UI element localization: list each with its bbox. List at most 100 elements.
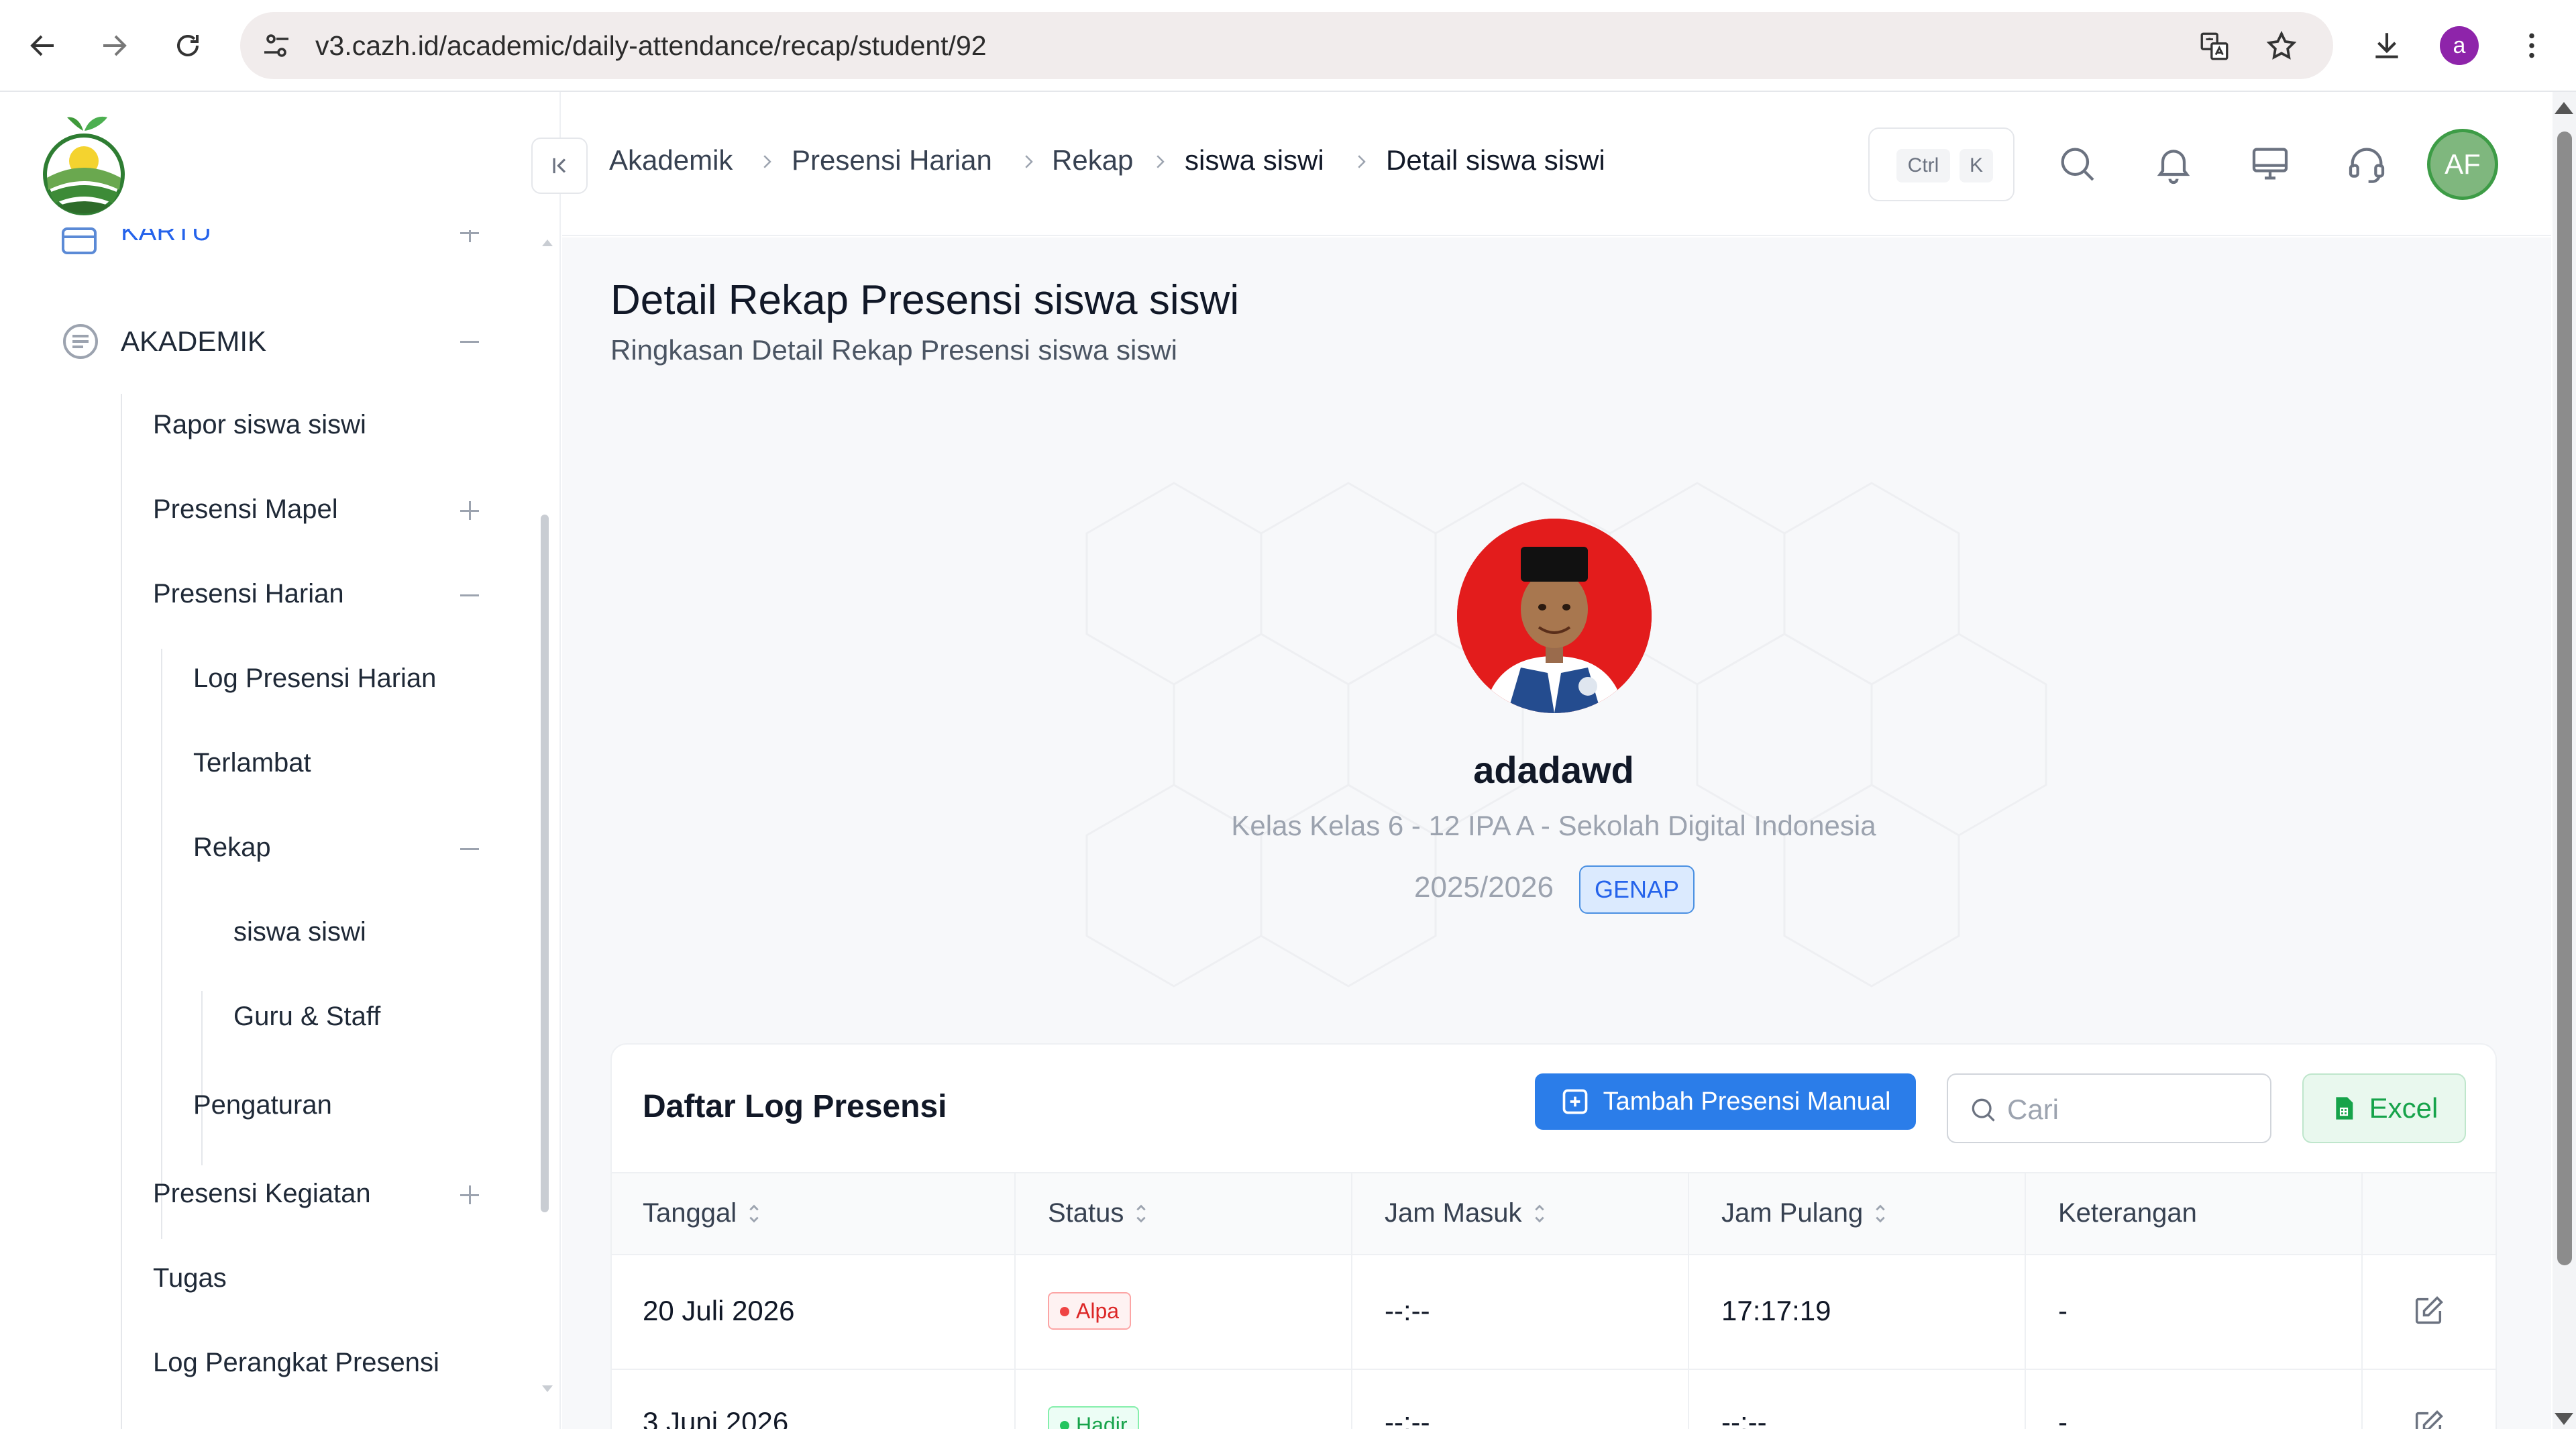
- collapse-rekap-icon[interactable]: [456, 835, 483, 862]
- profile-button[interactable]: a: [2432, 19, 2486, 72]
- sidebar-item-log-presensi-harian[interactable]: Log Presensi Harian: [193, 664, 436, 694]
- column-divider: [1014, 1172, 1016, 1429]
- search-field[interactable]: [1947, 1073, 2271, 1143]
- sidebar-item-log-perangkat[interactable]: Log Perangkat Presensi: [153, 1348, 439, 1378]
- app-logo[interactable]: [40, 111, 127, 218]
- row-2-keterangan: -: [2058, 1406, 2068, 1429]
- column-divider: [2361, 1172, 2363, 1429]
- column-label: Jam Pulang: [1721, 1198, 1864, 1228]
- student-class-info: Kelas Kelas 6 - 12 IPA A - Sekolah Digit…: [1231, 810, 1876, 841]
- row-1-jam-masuk: --:--: [1385, 1295, 1430, 1326]
- tree-line-harian: [161, 649, 162, 1239]
- sidebar-scroll-down[interactable]: [542, 1385, 553, 1392]
- downloads-button[interactable]: [2360, 19, 2414, 72]
- column-header-jam-pulang[interactable]: Jam Pulang: [1721, 1198, 1887, 1228]
- sidebar-item-kartu[interactable]: KARTU: [121, 229, 211, 247]
- card-icon: [62, 227, 97, 254]
- reload-button[interactable]: [161, 19, 215, 72]
- sidebar-item-pengaturan[interactable]: Pengaturan: [193, 1090, 332, 1120]
- expand-presensi-kegiatan-icon[interactable]: [456, 1181, 483, 1208]
- add-manual-attendance-button[interactable]: Tambah Presensi Manual: [1535, 1073, 1916, 1130]
- back-button[interactable]: [16, 19, 70, 72]
- address-bar[interactable]: v3.cazh.id/academic/daily-attendance/rec…: [240, 12, 2333, 79]
- column-header-tanggal[interactable]: Tanggal: [643, 1198, 761, 1228]
- sidebar-item-presensi-harian[interactable]: Presensi Harian: [153, 579, 344, 609]
- row-2-status-badge: Hadir: [1048, 1406, 1140, 1429]
- bookmark-star-icon[interactable]: [2265, 30, 2298, 63]
- add-manual-attendance-label: Tambah Presensi Manual: [1603, 1087, 1891, 1116]
- arrow-right-icon: [103, 35, 127, 56]
- sidebar-item-presensi-kegiatan[interactable]: Presensi Kegiatan: [153, 1179, 371, 1209]
- sidebar-item-tugas[interactable]: Tugas: [153, 1263, 227, 1293]
- arrow-left-icon: [30, 35, 54, 56]
- table-header: [612, 1172, 2496, 1255]
- student-portrait: [1457, 519, 1652, 713]
- expand-presensi-mapel-icon[interactable]: [456, 497, 483, 524]
- browser-menu-button[interactable]: [2505, 19, 2559, 72]
- monitor-icon[interactable]: [2249, 142, 2292, 185]
- translate-icon[interactable]: [2198, 30, 2231, 63]
- collapse-left-icon: [553, 158, 566, 174]
- headset-icon[interactable]: [2345, 142, 2388, 185]
- chevron-right-icon: [1157, 155, 1165, 168]
- column-divider: [1688, 1172, 1689, 1429]
- column-header-jam-masuk[interactable]: Jam Masuk: [1385, 1198, 1546, 1228]
- sidebar-section-akademik[interactable]: AKADEMIK: [121, 325, 266, 358]
- more-vertical-icon: [2529, 33, 2534, 58]
- expand-kartu-icon[interactable]: [456, 230, 483, 246]
- page-subtitle: Ringkasan Detail Rekap Presensi siswa si…: [610, 334, 1178, 366]
- sidebar-item-rekap-guru[interactable]: Guru & Staff: [233, 1002, 380, 1032]
- url-text[interactable]: v3.cazh.id/academic/daily-attendance/rec…: [315, 12, 987, 79]
- breadcrumb-rekap[interactable]: Rekap: [1052, 144, 1133, 176]
- sort-icon[interactable]: [1874, 1202, 1887, 1225]
- column-label: Tanggal: [643, 1198, 737, 1228]
- sort-icon[interactable]: [1134, 1202, 1148, 1225]
- site-settings-icon[interactable]: [260, 30, 292, 62]
- collapse-sidebar-button[interactable]: [531, 138, 588, 194]
- chevron-right-icon: [1025, 155, 1033, 168]
- search-input[interactable]: [2007, 1090, 2255, 1130]
- column-label: Status: [1048, 1198, 1124, 1228]
- row-1-date: 20 Juli 2026: [643, 1295, 795, 1326]
- page-title: Detail Rekap Presensi siswa siswi: [610, 277, 1240, 323]
- sidebar-scroll-up[interactable]: [542, 240, 553, 246]
- breadcrumb-current: Detail siswa siswi: [1386, 144, 1605, 176]
- chevron-right-icon: [1358, 155, 1366, 168]
- page-scroll-up[interactable]: [2555, 102, 2573, 114]
- column-header-status[interactable]: Status: [1048, 1198, 1148, 1228]
- command-palette-shortcut[interactable]: Ctrl K: [1868, 127, 2015, 201]
- user-avatar[interactable]: AF: [2427, 129, 2498, 200]
- bell-icon[interactable]: [2152, 142, 2195, 185]
- search-icon: [1972, 1098, 1995, 1122]
- sidebar-scrollbar[interactable]: [541, 515, 549, 1212]
- student-name: adadawd: [1473, 749, 1634, 791]
- breadcrumb-siswa-siswi[interactable]: siswa siswi: [1185, 144, 1324, 176]
- sidebar-item-rekap-siswa[interactable]: siswa siswi: [233, 917, 366, 947]
- sort-icon[interactable]: [747, 1202, 761, 1225]
- export-excel-button[interactable]: Excel: [2302, 1073, 2466, 1143]
- edit-icon[interactable]: [2411, 1293, 2446, 1328]
- download-icon: [2375, 33, 2398, 58]
- sidebar-item-rekap[interactable]: Rekap: [193, 833, 271, 863]
- sidebar-item-presensi-mapel[interactable]: Presensi Mapel: [153, 494, 338, 525]
- academic-year: 2025/2026: [1414, 871, 1554, 904]
- column-divider: [2025, 1172, 2026, 1429]
- forward-button[interactable]: [87, 19, 141, 72]
- semester-badge: GENAP: [1579, 865, 1695, 914]
- sidebar-item-terlambat[interactable]: Terlambat: [193, 748, 311, 778]
- breadcrumb-presensi-harian[interactable]: Presensi Harian: [792, 144, 992, 176]
- page-scrollbar-thumb[interactable]: [2557, 131, 2572, 1265]
- column-divider: [1351, 1172, 1352, 1429]
- row-2-date: 3 Juni 2026: [643, 1406, 789, 1429]
- row-2-jam-masuk: --:--: [1385, 1406, 1430, 1429]
- spreadsheet-icon: [2335, 1097, 2353, 1120]
- sidebar-item-rapor[interactable]: Rapor siswa siswi: [153, 410, 366, 440]
- breadcrumb-akademik[interactable]: Akademik: [609, 144, 733, 176]
- sort-icon[interactable]: [1533, 1202, 1546, 1225]
- edit-icon[interactable]: [2411, 1408, 2446, 1429]
- collapse-presensi-harian-icon[interactable]: [456, 582, 483, 608]
- collapse-akademik-icon[interactable]: [456, 328, 483, 355]
- row-divider: [612, 1369, 2496, 1370]
- search-icon[interactable]: [2055, 142, 2098, 185]
- page-scroll-down[interactable]: [2555, 1413, 2573, 1425]
